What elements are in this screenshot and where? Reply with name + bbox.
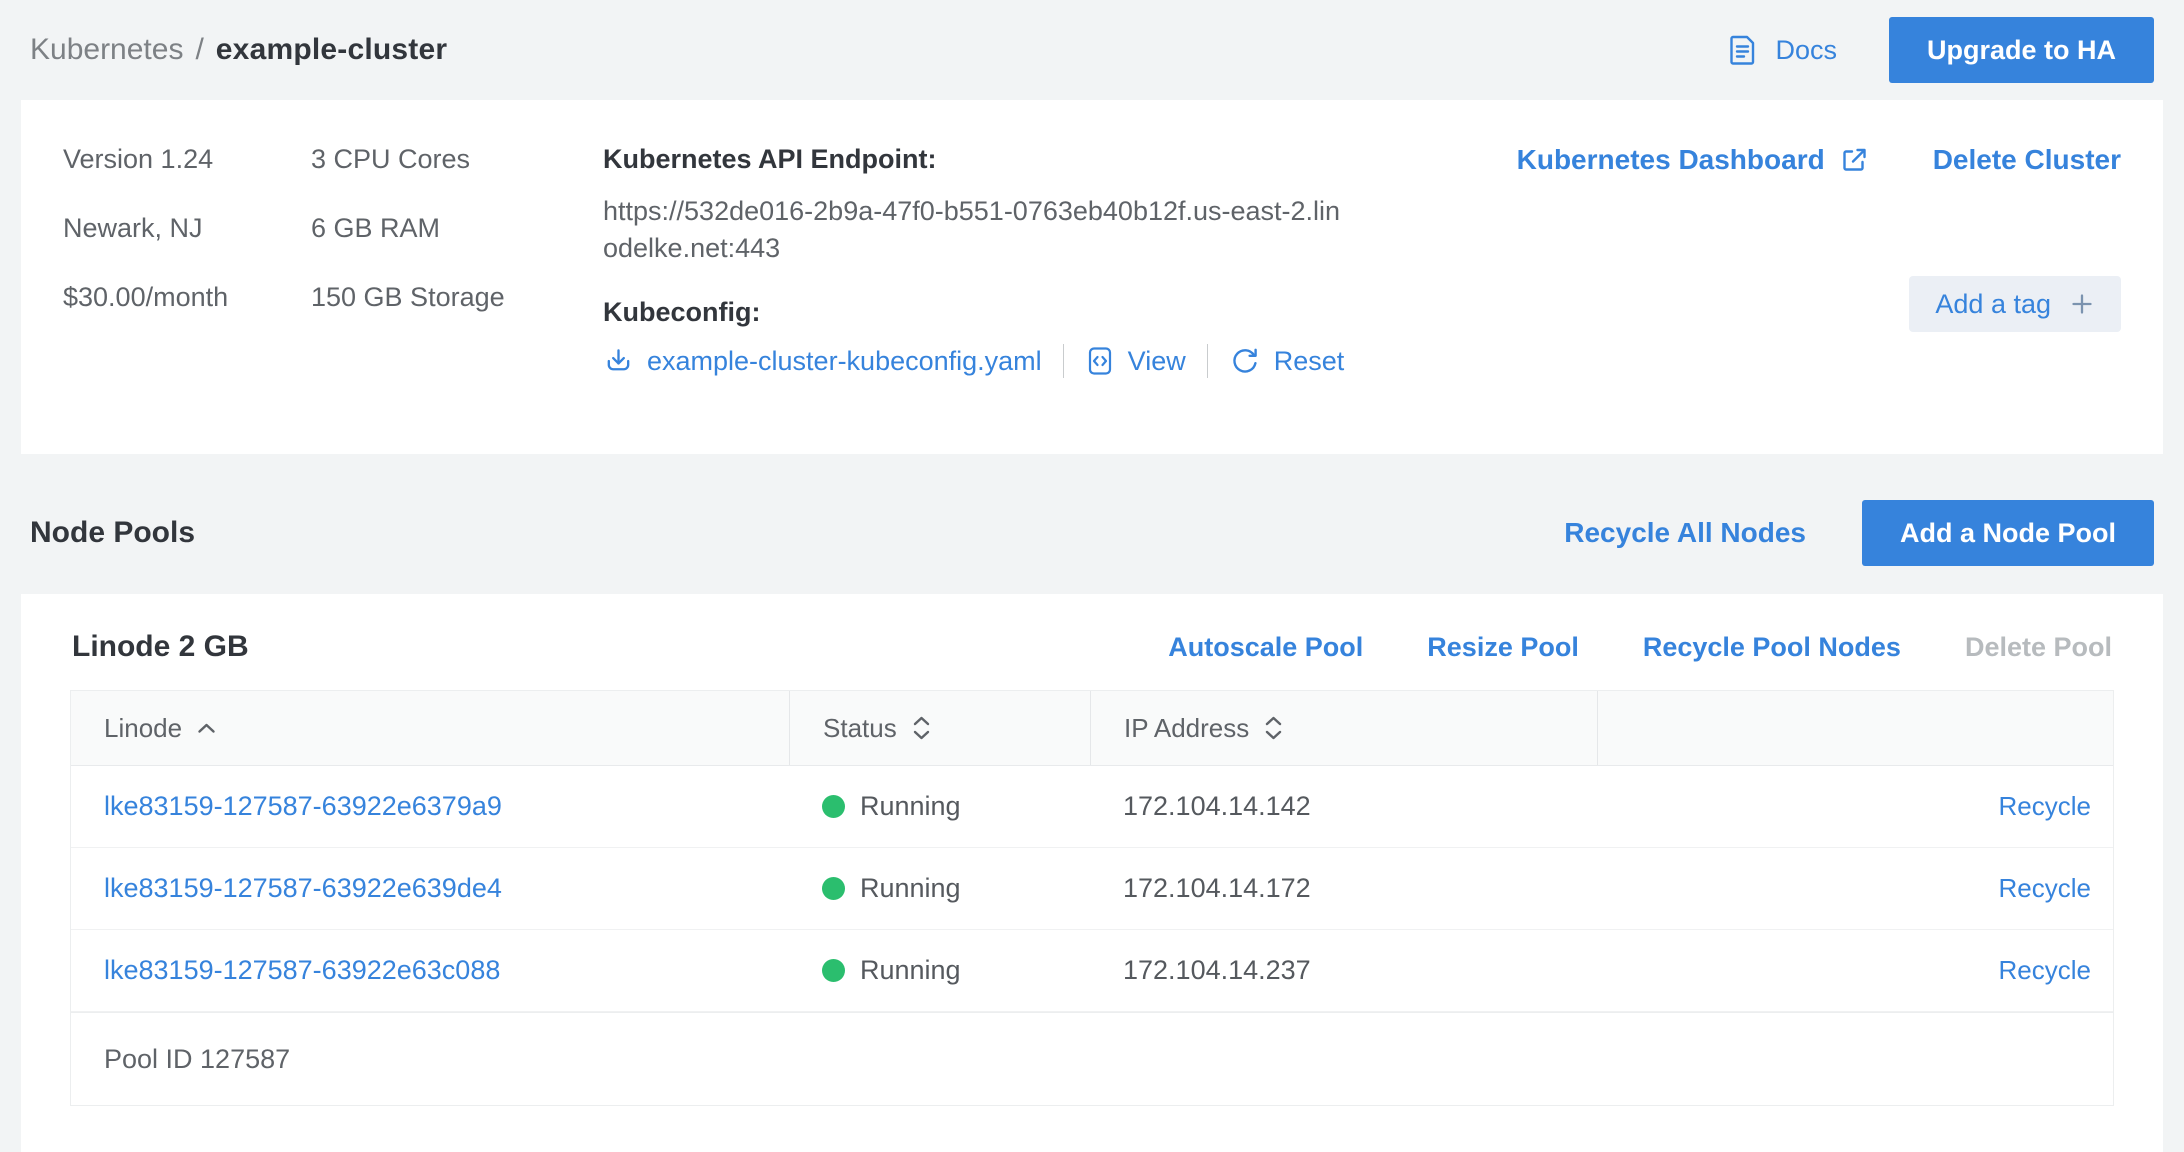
plus-icon: [2069, 291, 2095, 317]
column-label-ip-address: IP Address: [1124, 712, 1250, 743]
cluster-price: $30.00/month: [63, 282, 229, 312]
status-label: Running: [860, 955, 961, 985]
page-header: Kubernetes / example-cluster Docs Upgrad…: [0, 0, 2184, 100]
table-row: lke83159-127587-63922e639de4 Running 172…: [71, 848, 2113, 930]
cluster-specs-column-1: Version 1.24 Newark, NJ $30.00/month: [63, 144, 241, 414]
cluster-storage: 150 GB Storage: [311, 282, 505, 312]
breadcrumb: Kubernetes / example-cluster: [30, 33, 447, 67]
status-dot-running: [822, 877, 845, 900]
pool-name: Linode 2 GB: [72, 630, 249, 663]
breadcrumb-kubernetes-link[interactable]: Kubernetes: [30, 33, 183, 67]
kubeconfig-download-link[interactable]: example-cluster-kubeconfig.yaml: [603, 346, 1042, 377]
code-brackets-icon: [1085, 345, 1115, 377]
column-header-ip-address[interactable]: IP Address: [1090, 691, 1597, 765]
recycle-pool-nodes-link[interactable]: Recycle Pool Nodes: [1643, 632, 1901, 663]
pool-header: Linode 2 GB Autoscale Pool Resize Pool R…: [72, 630, 2112, 664]
delete-cluster-link[interactable]: Delete Cluster: [1933, 144, 2121, 176]
column-label-linode: Linode: [104, 712, 183, 743]
docs-icon: [1725, 32, 1761, 68]
kubeconfig-view-link[interactable]: View: [1085, 345, 1186, 377]
api-endpoint-block: Kubernetes API Endpoint: https://532de01…: [603, 144, 1355, 414]
autoscale-pool-link[interactable]: Autoscale Pool: [1168, 632, 1363, 663]
add-tag-label: Add a tag: [1935, 288, 2051, 319]
add-a-tag-button[interactable]: Add a tag: [1909, 276, 2121, 332]
kubeconfig-label: Kubeconfig:: [603, 297, 761, 327]
node-link[interactable]: lke83159-127587-63922e6379a9: [104, 791, 502, 821]
cluster-specs-column-2: 3 CPU Cores 6 GB RAM 150 GB Storage: [311, 144, 529, 414]
cluster-version: Version 1.24: [63, 144, 214, 174]
add-a-node-pool-button[interactable]: Add a Node Pool: [1862, 500, 2154, 566]
column-header-status[interactable]: Status: [789, 691, 1090, 765]
docs-link[interactable]: Docs: [1725, 32, 1837, 68]
cluster-ram: 6 GB RAM: [311, 213, 441, 243]
status-label: Running: [860, 791, 961, 821]
kubeconfig-reset-link[interactable]: Reset: [1229, 345, 1345, 377]
docs-label: Docs: [1775, 34, 1837, 65]
table-row: lke83159-127587-63922e63c088 Running 172…: [71, 930, 2113, 1012]
chevron-up-down-icon: [1263, 714, 1284, 742]
recycle-node-link[interactable]: Recycle: [1999, 955, 2091, 985]
recycle-all-nodes-link[interactable]: Recycle All Nodes: [1564, 517, 1806, 549]
resize-pool-link[interactable]: Resize Pool: [1427, 632, 1579, 663]
cluster-summary-card: Version 1.24 Newark, NJ $30.00/month 3 C…: [21, 100, 2163, 454]
breadcrumb-separator: /: [195, 33, 204, 66]
status-dot-running: [822, 959, 845, 982]
api-endpoint-url: https://532de016-2b9a-47f0-b551-0763eb40…: [603, 196, 1341, 263]
summary-right-actions: Kubernetes Dashboard Delete Cluster Add …: [1517, 144, 2121, 414]
recycle-node-link[interactable]: Recycle: [1999, 873, 2091, 903]
delete-cluster-label: Delete Cluster: [1932, 144, 2121, 175]
node-table: Linode Status IP Address lke83159-127587…: [70, 690, 2114, 1106]
dashboard-link-label: Kubernetes Dashboard: [1516, 144, 1825, 175]
kubeconfig-actions: example-cluster-kubeconfig.yaml View Res…: [603, 344, 1355, 378]
external-link-icon: [1839, 145, 1869, 175]
divider: [1206, 344, 1208, 378]
column-header-linode[interactable]: Linode: [71, 691, 789, 765]
breadcrumb-cluster-name: example-cluster: [215, 33, 448, 66]
node-pools-section-header: Node Pools Recycle All Nodes Add a Node …: [30, 500, 2154, 566]
status-label: Running: [860, 873, 961, 903]
pool-id-row: Pool ID 127587: [71, 1012, 2113, 1105]
column-header-actions: [1597, 691, 2113, 765]
node-ip-address: 172.104.14.237: [1123, 955, 1311, 985]
pool-actions: Autoscale Pool Resize Pool Recycle Pool …: [1168, 632, 2112, 663]
upgrade-to-ha-button[interactable]: Upgrade to HA: [1889, 17, 2154, 83]
node-ip-address: 172.104.14.172: [1123, 873, 1311, 903]
chevron-up-icon: [196, 722, 217, 735]
reset-icon: [1229, 345, 1261, 377]
table-row: lke83159-127587-63922e6379a9 Running 172…: [71, 766, 2113, 848]
node-link[interactable]: lke83159-127587-63922e639de4: [104, 873, 502, 903]
api-endpoint-label: Kubernetes API Endpoint:: [603, 144, 937, 174]
status-dot-running: [822, 795, 845, 818]
delete-pool-link-disabled[interactable]: Delete Pool: [1965, 632, 2112, 663]
divider: [1062, 344, 1064, 378]
view-label: View: [1127, 345, 1186, 376]
cluster-cpu: 3 CPU Cores: [311, 144, 471, 174]
recycle-node-link[interactable]: Recycle: [1999, 791, 2091, 821]
kubeconfig-filename: example-cluster-kubeconfig.yaml: [647, 345, 1042, 376]
node-pools-title: Node Pools: [30, 516, 196, 549]
cluster-region: Newark, NJ: [63, 213, 203, 243]
pool-id-label: Pool ID 127587: [104, 1043, 291, 1074]
node-table-header: Linode Status IP Address: [71, 691, 2113, 766]
kubernetes-dashboard-link[interactable]: Kubernetes Dashboard: [1517, 144, 1869, 176]
node-link[interactable]: lke83159-127587-63922e63c088: [104, 955, 500, 985]
download-icon: [603, 346, 634, 377]
reset-label: Reset: [1273, 345, 1345, 376]
node-pool-card: Linode 2 GB Autoscale Pool Resize Pool R…: [21, 594, 2163, 1152]
node-ip-address: 172.104.14.142: [1123, 791, 1311, 821]
column-label-status: Status: [823, 712, 897, 743]
chevron-up-down-icon: [911, 714, 932, 742]
